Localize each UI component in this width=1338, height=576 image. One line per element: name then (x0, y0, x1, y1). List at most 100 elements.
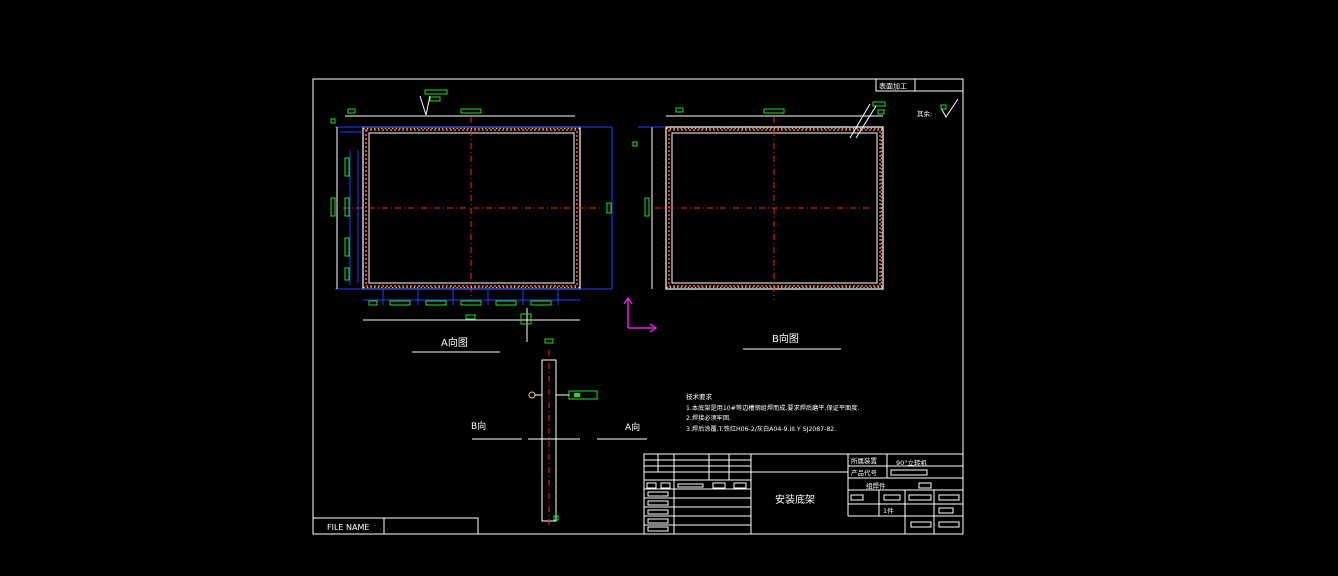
view-a-bottom-weld-dot (381, 286, 383, 289)
view-b-bottom-weld-dot (863, 286, 865, 289)
view-b-bottom-weld-dot (874, 286, 876, 289)
tech-req-line2: 2.焊接必须牢固. (686, 414, 731, 422)
view-b-top-weld-dot (820, 127, 822, 130)
view-a-top-weld-dot (395, 127, 397, 130)
view-a-top-weld-dot (406, 127, 408, 130)
view-b-right-weld-dot (880, 256, 883, 259)
view-b-right-weld-dot (880, 171, 883, 174)
view-a-top-weld-dot (420, 127, 423, 130)
section-marker (503, 308, 550, 342)
product-code-label: 产品代号 (851, 468, 878, 477)
view-a-bottom-weld-dot (402, 286, 405, 289)
view-a-top-weld-dot (391, 127, 394, 130)
view-b-bottom-weld-dot (866, 286, 869, 289)
view-b-top-weld-dot (687, 127, 690, 130)
view-b-bottom-weld-dot (737, 286, 740, 289)
view-a-top-weld-dot (542, 127, 544, 130)
view-a-top-weld-dot (413, 127, 415, 130)
view-a-top-weld-dot (370, 127, 372, 130)
view-a-bottom-weld-dot (438, 286, 440, 289)
view-b-top-weld-dot (716, 127, 718, 130)
view-b-bottom-weld-dot (770, 286, 772, 289)
view-b-top-weld-dot (673, 127, 675, 130)
side-label-b: B向 (471, 420, 486, 432)
view-a-bottom-weld-dot (366, 286, 369, 289)
view-a-top-weld-dot (427, 127, 430, 130)
view-b-top-weld-dot (859, 127, 862, 130)
view-a-bottom-weld-dot (535, 286, 537, 289)
view-b-right-weld-dot (880, 175, 883, 177)
view-b-top-weld-dot (788, 127, 790, 130)
belongs-value: 90°立转机 (896, 458, 928, 467)
view-a-bottom-weld-dot (563, 286, 566, 289)
view-a-bottom-weld-dot (553, 286, 555, 289)
view-a-bottom-weld-dot (567, 286, 569, 289)
view-b-bottom-weld-dot (677, 286, 679, 289)
view-a-top-weld-dot (549, 127, 552, 130)
view-b-top-weld-dot (852, 127, 855, 130)
view-a-leader2 (425, 95, 431, 116)
view-b-top-weld-dot (834, 127, 837, 130)
view-a-top-weld-dot (434, 127, 437, 130)
view-b-bottom-weld-dot (716, 286, 718, 289)
view-a-bottom-weld-dot (474, 286, 476, 289)
view-b-top-weld-dot (691, 127, 693, 130)
view-a-top-weld-dot (445, 127, 448, 130)
view-a-bottom-weld-dot (571, 286, 573, 289)
view-b-bottom-weld-dot (773, 286, 776, 289)
view-a-bottom-weld-dot (442, 286, 444, 289)
view-a-bottom-weld-dot (574, 286, 577, 289)
tech-req-line1: 1.本底架是用10#等边槽钢组焊而成,要求焊后磨平,保证平面度. (686, 404, 859, 412)
view-b-bottom-weld-dot (816, 286, 819, 289)
drawing-name: 安装底架 (775, 493, 815, 506)
tech-req-line3: 3.焊后涂覆.T.铁红H06-2/灰白A04-9.III.Y SJ2087-82… (686, 425, 836, 433)
view-b-bottom-weld-dot (755, 286, 758, 289)
view-a-bottom-weld-dot (499, 286, 501, 289)
view-a-bottom-weld-dot (578, 286, 580, 289)
view-b-right-weld-dot (880, 260, 883, 262)
view-a-bottom-weld-dot (460, 286, 462, 289)
view-b-caption: B向图 (772, 332, 799, 345)
view-a-bottom-weld-dot (538, 286, 541, 289)
view-b-right-weld-dot (880, 178, 883, 181)
file-name-label: FILE NAME (327, 523, 369, 532)
view-a-bottom-weld-dot (517, 286, 519, 289)
view-b-bottom-weld-dot (852, 286, 855, 289)
view-b-top-weld-dot (709, 127, 711, 130)
view-a-bottom-weld-dot (452, 286, 455, 289)
view-b-right-weld-dot (880, 147, 883, 149)
view-a-top-weld-dot (567, 127, 569, 130)
view-a-top-weld-dot (488, 127, 491, 130)
view-a-top-weld-dot (399, 127, 401, 130)
view-a-bottom-weld-dot (513, 286, 516, 289)
view-b-top-weld-dot (770, 127, 772, 130)
part-type: 组焊件 (866, 481, 886, 490)
view-b-bottom-weld-dot (823, 286, 826, 289)
view-a-bottom-weld-dot (503, 286, 505, 289)
view-b-top-weld-dot (841, 127, 844, 130)
view-a-top-weld-dot (477, 127, 480, 130)
view-b-bottom-weld-dot (827, 286, 829, 289)
view-b-top-weld-dot (698, 127, 700, 130)
view-b-right-weld-dot (880, 285, 883, 287)
view-a-top-weld-dot (506, 127, 509, 130)
view-a-bottom-weld-dot (449, 286, 451, 289)
view-b-top-weld-dot (684, 127, 686, 130)
view-b-right-weld-dot (880, 228, 883, 230)
view-b-top-weld-dot (741, 127, 743, 130)
view-a-bottom-weld-dot (395, 286, 397, 289)
view-b-bottom-weld-dot (723, 286, 726, 289)
view-a-top-weld-dot (535, 127, 537, 130)
view-b-right-weld-dot (880, 225, 883, 227)
ucs-axis-icon (623, 296, 658, 333)
view-b-bottom-weld-dot (694, 286, 697, 289)
view-a-top-weld-dot (574, 127, 577, 130)
view-a-bottom-weld-dot (495, 286, 498, 289)
view-b-bottom-weld-dot (798, 286, 801, 289)
view-b-right-weld-dot (880, 253, 883, 255)
view-b-bottom-weld-dot (838, 286, 840, 289)
view-b-bottom-weld-dot (777, 286, 779, 289)
view-a-bottom-weld-dot (427, 286, 430, 289)
view-b-right-weld-dot (880, 267, 883, 269)
view-a-bottom-weld-dot (434, 286, 437, 289)
